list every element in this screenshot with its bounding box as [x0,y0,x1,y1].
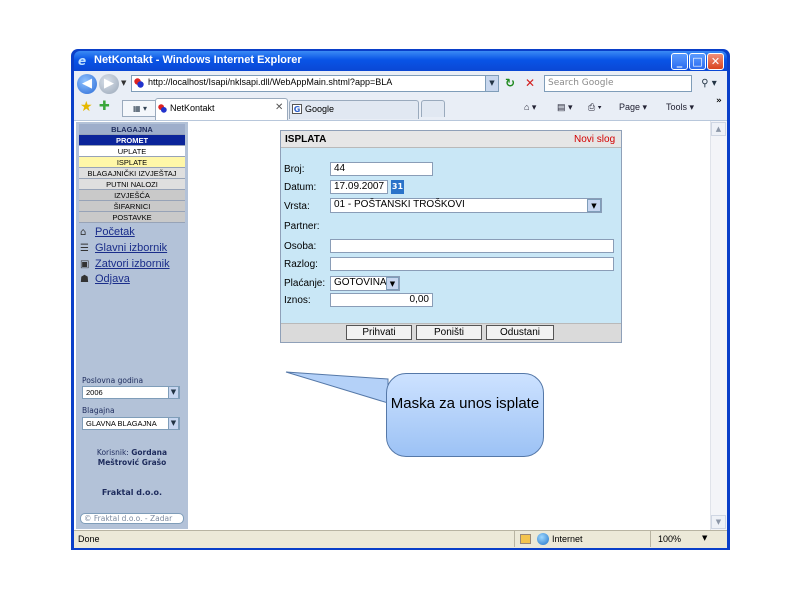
ie-logo-icon: e [78,54,87,68]
iznos-field[interactable]: 0,00 [330,293,433,307]
chevron-down-icon[interactable]: ▼ [702,534,707,542]
partner-label: Partner: [284,221,320,232]
back-icon[interactable]: ◀ [77,74,97,94]
menu-item-isplate[interactable]: ISPLATE [79,157,185,168]
link-odjava[interactable]: Odjava [95,273,130,285]
search-icon[interactable]: ⚲ ▾ [696,75,722,92]
poslovna-godina-select[interactable]: 2006 [82,386,180,399]
callout-bubble [386,373,544,457]
globe-icon [537,533,549,545]
forward-icon[interactable]: ▶ [99,74,119,94]
osoba-label: Osoba: [284,241,317,252]
company-name: Fraktal d.o.o. [101,488,163,497]
protected-mode-icon [520,534,531,544]
placanje-label: Plaćanje: [284,278,326,289]
datum-field[interactable]: 17.09.2007 [330,180,388,194]
iznos-label: Iznos: [284,295,311,306]
maximize-button[interactable]: □ [689,53,706,70]
address-url: http://localhost/Isapi/nklsapi.dll/WebAp… [148,77,393,87]
osoba-field[interactable] [330,239,614,253]
status-text: Done [78,534,100,544]
ponisti-button[interactable]: Poništi [416,325,482,340]
menu-item-postavke[interactable]: POSTAVKE [79,212,185,223]
menu-item-promet[interactable]: PROMET [79,135,185,146]
window-title: NetKontakt - Windows Internet Explorer [94,54,302,66]
tab-label: NetKontakt [170,103,215,113]
odustani-button[interactable]: Odustani [486,325,554,340]
user-info: Korisnik: Gordana Meštrović Grašo [79,448,185,468]
vertical-scrollbar[interactable] [710,121,727,530]
link-pocetak[interactable]: Početak [95,226,135,238]
blagajna-select[interactable]: GLAVNA BLAGAJNA [82,417,180,430]
site-favicon-icon [158,104,167,113]
zoom-level[interactable]: 100% [658,534,681,544]
callout-pointer [285,371,389,404]
google-icon: G [292,104,302,114]
razlog-label: Razlog: [284,259,318,270]
refresh-icon[interactable]: ↻ [502,76,518,91]
home-command-icon[interactable]: ⌂ ▾ [524,102,536,113]
recent-pages-dropdown[interactable]: ▼ [121,79,126,87]
status-divider [514,531,515,547]
broj-field[interactable]: 44 [330,162,433,176]
page-menu[interactable]: Page ▾ [619,102,647,113]
chevron-down-icon[interactable]: ▼ [386,277,399,290]
form-title: ISPLATA [285,134,327,145]
logout-icon: ☗ [80,274,89,285]
menu-item-blagajnicki-izvjestaj[interactable]: BLAGAJNIČKI IZVJEŠTAJ [79,168,185,179]
close-button[interactable]: ✕ [707,53,724,70]
menu-icon: ☰ [80,243,89,254]
sidebar-header: BLAGAJNA [79,124,185,135]
scroll-down-icon[interactable]: ▼ [711,515,726,529]
menu-item-uplate[interactable]: UPLATE [79,146,185,157]
security-zone: Internet [552,534,583,544]
address-dropdown[interactable]: ▼ [485,76,498,91]
quick-tabs-icon[interactable]: ▦ ▾ [122,100,158,117]
link-glavni-izbornik[interactable]: Glavni izbornik [95,242,167,254]
link-zatvori-izbornik[interactable]: Zatvori izbornik [95,258,170,270]
form-header [281,131,621,148]
chevron-down-icon[interactable]: ▼ [587,199,601,212]
stop-icon[interactable]: ✕ [522,76,538,91]
menu-item-izvjesca[interactable]: IZVJEŠĆA [79,190,185,201]
chevron-down-icon[interactable]: ▼ [168,417,179,430]
status-bar [74,530,727,548]
calendar-icon[interactable]: 31 [391,180,404,194]
menu-item-sifarnici[interactable]: ŠIFARNICI [79,201,185,212]
menu-item-putni-nalozi[interactable]: PUTNI NALOZI [79,179,185,190]
scroll-up-icon[interactable]: ▲ [711,122,726,136]
close-menu-icon: ▣ [80,259,90,270]
feeds-command-icon[interactable]: ▤ ▾ [557,102,573,113]
vrsta-select[interactable]: 01 - POŠTANSKI TROŠKOVI [330,198,602,213]
favorites-star-icon[interactable]: ★ [80,99,93,115]
tools-menu[interactable]: Tools ▾ [666,102,694,113]
add-favorites-icon[interactable]: ✚ [99,99,110,114]
print-command-icon[interactable]: ⎙ ▾ [588,102,601,113]
broj-label: Broj: [284,164,305,175]
form-status: Novi slog [574,134,616,145]
vrsta-label: Vrsta: [284,201,310,212]
poslovna-godina-label: Poslovna godina [82,376,144,385]
new-tab-button[interactable] [421,100,445,117]
more-commands-icon[interactable]: » [716,96,722,106]
tab-label: Google [305,104,335,114]
home-icon: ⌂ [80,227,87,238]
callout-text: Maska za unos isplate [390,395,540,412]
blagajna-label: Blagajna [82,406,115,415]
korisnik-label: Korisnik: [96,448,129,457]
minimize-button[interactable]: _ [671,53,688,70]
razlog-field[interactable] [330,257,614,271]
search-placeholder: Search Google [548,78,614,88]
site-favicon-icon [134,78,144,88]
tab-close-icon[interactable]: ✕ [275,102,283,113]
chevron-down-icon[interactable]: ▼ [168,386,179,399]
prihvati-button[interactable]: Prihvati [346,325,412,340]
datum-label: Datum: [284,182,317,193]
status-divider [650,531,651,547]
copyright: © Fraktal d.o.o. - Zadar [80,513,184,524]
